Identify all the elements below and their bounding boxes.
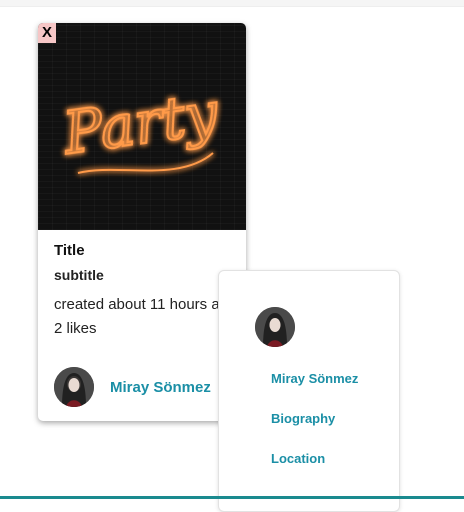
card-subtitle: subtitle <box>54 267 104 283</box>
card-title: Title <box>54 242 85 259</box>
top-bar <box>0 0 464 7</box>
close-button[interactable]: X <box>38 23 56 43</box>
biography-link[interactable]: Biography <box>271 411 335 426</box>
neon-text: Party <box>58 78 223 167</box>
popover-avatar[interactable] <box>255 307 295 347</box>
card-author[interactable]: Miray Sönmez <box>54 367 211 407</box>
neon-party-sign: Party <box>57 77 224 174</box>
avatar-image <box>54 367 94 407</box>
popover-name-link[interactable]: Miray Sönmez <box>271 371 358 386</box>
likes-count: 2 likes <box>54 320 97 337</box>
post-card: Party X Title subtitle created about 11 … <box>38 23 246 421</box>
created-time: created about 11 hours ago <box>54 296 237 313</box>
card-body: Title subtitle created about 11 hours ag… <box>54 241 239 341</box>
avatar-image <box>255 307 295 347</box>
author-popover: Miray Sönmez Biography Location <box>218 270 400 512</box>
post-image: Party X <box>38 23 246 230</box>
avatar[interactable] <box>54 367 94 407</box>
author-name-link[interactable]: Miray Sönmez <box>110 379 211 396</box>
location-link[interactable]: Location <box>271 451 325 466</box>
